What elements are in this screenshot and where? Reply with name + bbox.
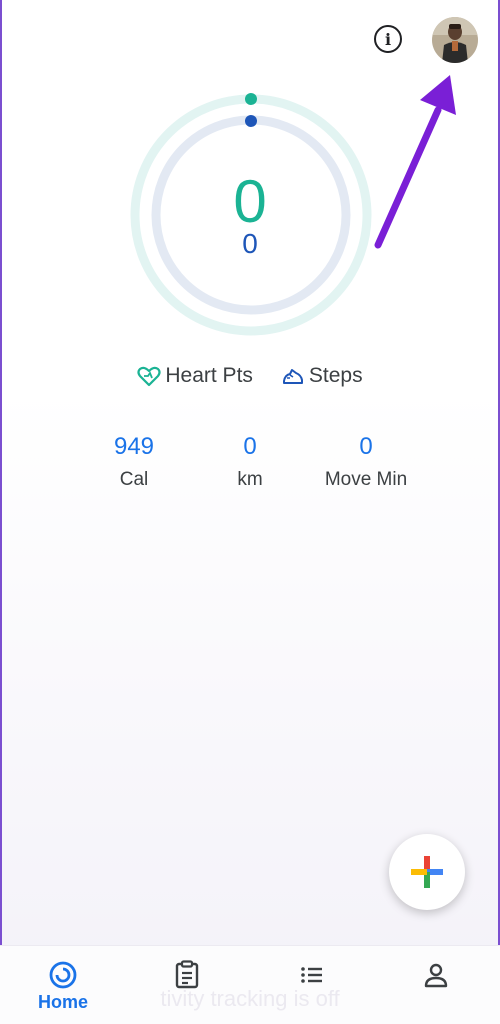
steps-value: 0	[242, 228, 258, 259]
rings-legend: Heart Pts Steps	[0, 364, 500, 388]
heart-points-value: 0	[233, 168, 267, 235]
stat-label: Move Min	[324, 469, 408, 490]
frame-edge	[0, 0, 2, 1024]
profile-avatar[interactable]	[432, 17, 478, 63]
nav-profile[interactable]	[396, 946, 476, 1024]
nav-home-label: Home	[37, 992, 88, 1012]
stat-value: 0	[359, 433, 373, 460]
heart-outline-icon	[137, 366, 161, 387]
nav-journal[interactable]	[147, 946, 227, 1024]
legend-heart-points: Heart Pts	[137, 364, 253, 388]
add-activity-button[interactable]	[389, 834, 465, 910]
legend-heart-points-label: Heart Pts	[165, 364, 253, 387]
journal-clipboard-icon	[175, 960, 199, 989]
home-ring-icon	[49, 961, 77, 989]
legend-steps: Steps	[281, 364, 363, 388]
stat-move-minutes: 0 Move Min	[296, 432, 436, 496]
add-plus-icon	[411, 856, 443, 888]
shoe-steps-icon	[282, 369, 303, 384]
nav-home[interactable]: Home	[23, 946, 103, 1024]
info-icon[interactable]: i	[374, 25, 402, 53]
profile-icon	[424, 963, 448, 988]
legend-steps-label: Steps	[308, 364, 363, 387]
bottom-navigation: tivity tracking is off Home	[0, 945, 500, 1024]
nav-browse[interactable]	[272, 946, 352, 1024]
browse-list-icon	[301, 967, 322, 983]
